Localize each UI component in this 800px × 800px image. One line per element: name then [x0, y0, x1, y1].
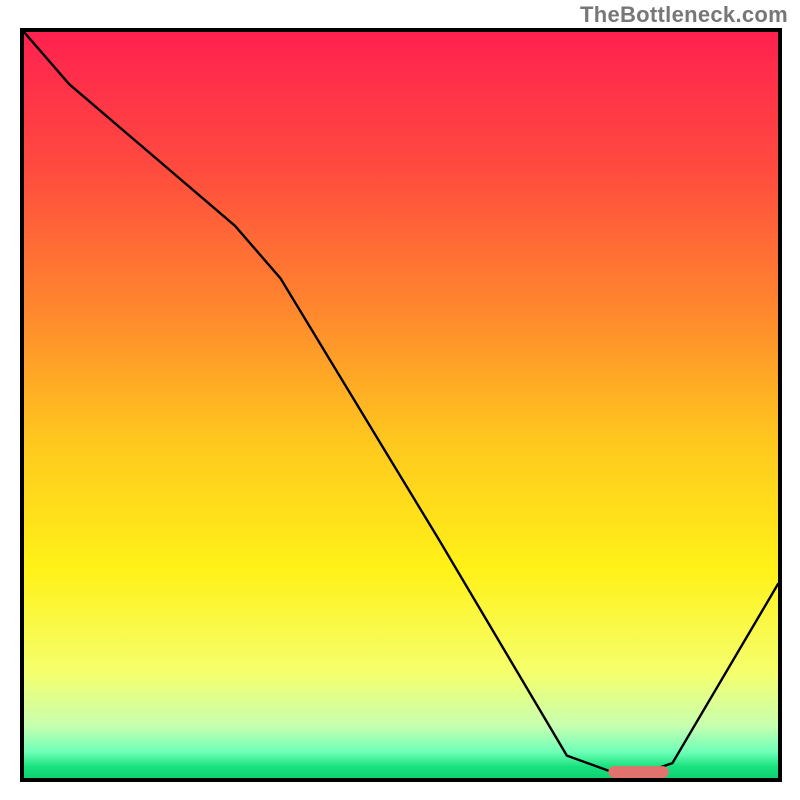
chart-background — [24, 32, 778, 778]
optimal-range-marker — [608, 766, 668, 778]
watermark-text: TheBottleneck.com — [580, 2, 788, 28]
chart-frame — [20, 28, 782, 782]
chart-area — [24, 32, 778, 778]
chart-svg — [24, 32, 778, 778]
